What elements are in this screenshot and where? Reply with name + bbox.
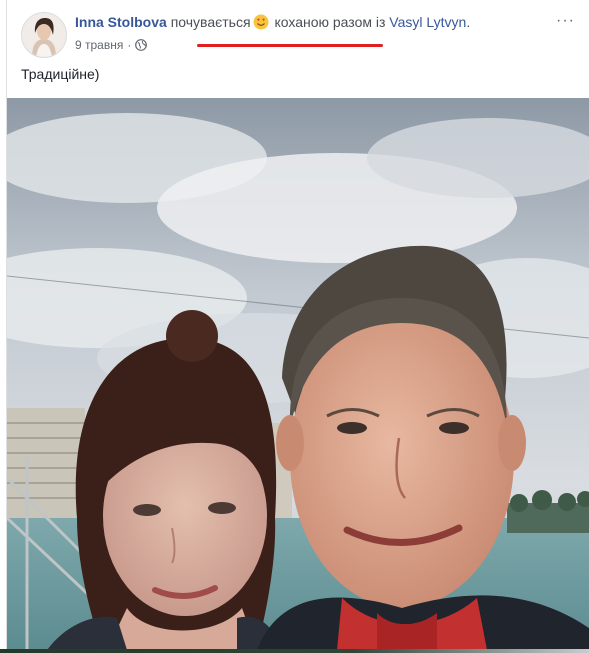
post-meta: 9 травня · <box>75 38 148 52</box>
avatar-image <box>22 13 66 57</box>
facebook-post: Inna Stolbova почувається коханою разом … <box>6 0 589 651</box>
red-highlight-underline <box>197 44 383 47</box>
feeling-activity-label: почувається <box>170 14 251 30</box>
with-label: разом із <box>332 14 386 30</box>
post-photo[interactable] <box>7 98 589 650</box>
post-text: Традиційне) <box>21 66 100 82</box>
bottom-edge-bar <box>0 649 589 653</box>
post-headline: Inna Stolbova почувається коханою разом … <box>75 14 470 30</box>
post-date-link[interactable]: 9 травня <box>75 38 123 52</box>
more-options-icon[interactable]: ··· <box>556 12 575 30</box>
feeling-value: коханою <box>274 14 329 30</box>
selfie-photo-image <box>7 98 589 650</box>
author-name-link[interactable]: Inna Stolbova <box>75 14 167 30</box>
tagged-user-link[interactable]: Vasyl Lytvyn <box>389 14 466 30</box>
meta-separator: · <box>127 38 132 52</box>
headline-period: . <box>466 14 471 30</box>
globe-icon[interactable] <box>135 39 148 51</box>
author-avatar[interactable] <box>21 12 67 58</box>
smiling-face-with-heart-eyes-emoji-icon <box>253 14 269 30</box>
post-header: Inna Stolbova почувається коханою разом … <box>21 10 581 58</box>
